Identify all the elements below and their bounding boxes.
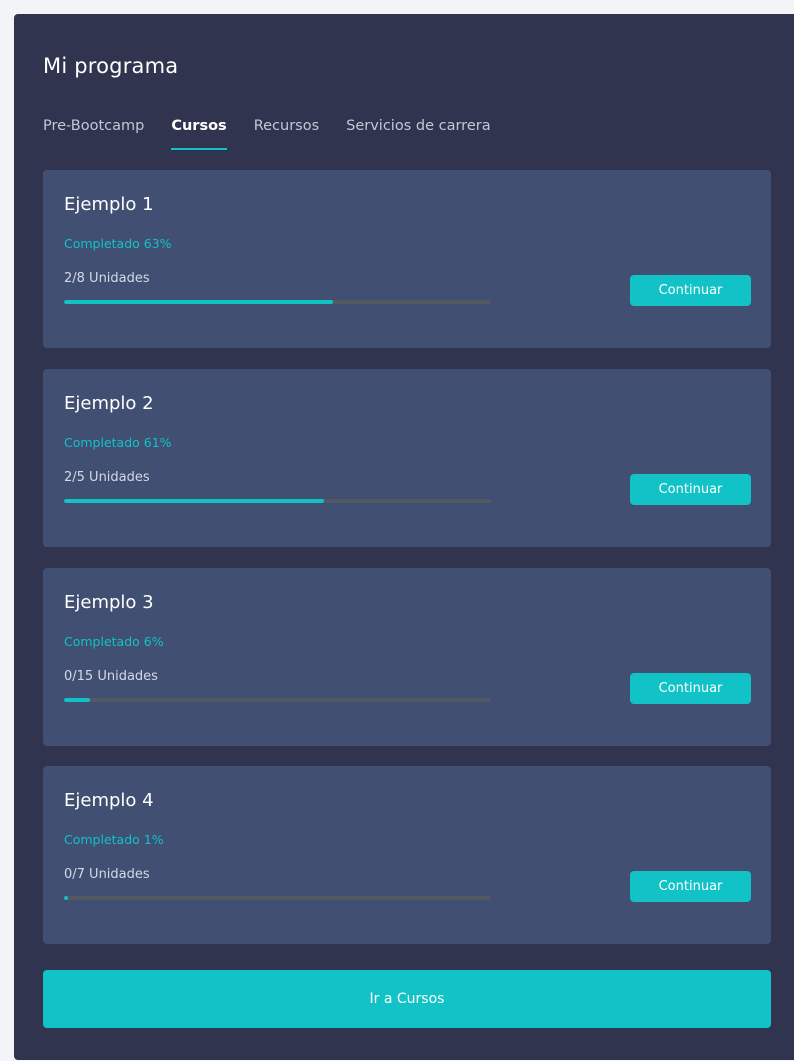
course-card: Ejemplo 4 Completado 1% 0/7 Unidades Con… [43, 766, 771, 944]
course-title: Ejemplo 1 [64, 194, 154, 215]
progress-fill [64, 499, 325, 503]
course-completion: Completado 63% [64, 236, 172, 251]
page-title: Mi programa [43, 54, 179, 78]
course-completion: Completado 61% [64, 435, 172, 450]
tab-cursos[interactable]: Cursos [171, 118, 228, 150]
course-units: 0/7 Unidades [64, 867, 150, 882]
progress-fill [64, 698, 90, 702]
course-card: Ejemplo 1 Completado 63% 2/8 Unidades Co… [43, 170, 771, 348]
tab-pre-bootcamp[interactable]: Pre-Bootcamp [43, 118, 144, 150]
course-card: Ejemplo 2 Completado 61% 2/5 Unidades Co… [43, 369, 771, 547]
continue-button[interactable]: Continuar [630, 275, 751, 306]
program-tabs: Pre-Bootcamp Cursos Recursos Servicios d… [43, 118, 518, 150]
progress-fill [64, 300, 333, 304]
progress-bar [64, 698, 491, 702]
progress-bar [64, 300, 491, 304]
course-title: Ejemplo 3 [64, 592, 154, 613]
course-card: Ejemplo 3 Completado 6% 0/15 Unidades Co… [43, 568, 771, 746]
course-title: Ejemplo 4 [64, 790, 154, 811]
tab-recursos[interactable]: Recursos [254, 118, 319, 150]
progress-bar [64, 499, 491, 503]
go-to-courses-button[interactable]: Ir a Cursos [43, 970, 771, 1028]
course-units: 2/5 Unidades [64, 470, 150, 485]
course-units: 2/8 Unidades [64, 271, 150, 286]
continue-button[interactable]: Continuar [630, 673, 751, 704]
progress-bar [64, 896, 491, 900]
course-completion: Completado 6% [64, 634, 164, 649]
course-title: Ejemplo 2 [64, 393, 154, 414]
course-units: 0/15 Unidades [64, 669, 158, 684]
continue-button[interactable]: Continuar [630, 871, 751, 902]
program-panel: Mi programa Pre-Bootcamp Cursos Recursos… [14, 14, 794, 1060]
tab-servicios-de-carrera[interactable]: Servicios de carrera [346, 118, 490, 150]
course-completion: Completado 1% [64, 832, 164, 847]
progress-fill [64, 896, 69, 900]
continue-button[interactable]: Continuar [630, 474, 751, 505]
